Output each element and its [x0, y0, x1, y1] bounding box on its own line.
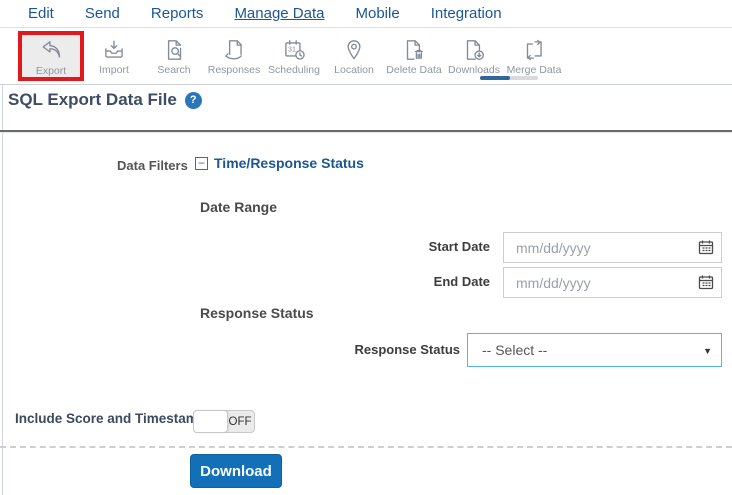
- toolbar-item-label: Location: [334, 64, 374, 76]
- scheduling-icon: 31: [281, 36, 307, 63]
- calendar-icon[interactable]: [698, 239, 714, 255]
- export-icon: [38, 37, 64, 64]
- nav-item-manage-data[interactable]: Manage Data: [232, 4, 327, 31]
- include-score-label: Include Score and Timestamp: [15, 411, 207, 426]
- end-date-label: End Date: [433, 274, 490, 289]
- filter-group-time-response-status[interactable]: Time/Response Status: [195, 155, 364, 171]
- toolbar-item-label: Merge Data: [506, 64, 562, 76]
- delete-data-icon: [401, 36, 427, 63]
- response-status-select[interactable]: -- Select --: [467, 333, 722, 367]
- toolbar-item-import[interactable]: Import: [84, 33, 144, 82]
- toolbar-item-merge-data[interactable]: Merge Data: [504, 33, 564, 82]
- nav-item-integration[interactable]: Integration: [431, 4, 502, 24]
- help-icon[interactable]: ?: [184, 91, 202, 109]
- response-status-label: Response Status: [354, 342, 460, 357]
- title-divider: [0, 130, 732, 132]
- date-range-heading: Date Range: [200, 199, 278, 215]
- toolbar-item-label: Import: [99, 64, 129, 76]
- response-status-selected-option: -- Select --: [482, 342, 548, 358]
- toolbar-item-search[interactable]: Search: [144, 33, 204, 82]
- chevron-down-icon: [703, 346, 712, 356]
- toolbar-item-label: Export: [35, 65, 67, 77]
- toolbar-scrollbar-thumb[interactable]: [480, 76, 510, 80]
- end-date-input[interactable]: [503, 267, 722, 298]
- section-dashed-divider: [0, 446, 732, 448]
- toolbar-item-label: Search: [157, 64, 191, 76]
- content-left-border: [2, 28, 3, 495]
- toolbar-item-responses[interactable]: Responses: [204, 33, 264, 82]
- downloads-icon: [461, 36, 487, 63]
- toolbar-item-downloads[interactable]: Downloads: [444, 33, 504, 82]
- response-status-heading: Response Status: [200, 305, 314, 321]
- start-date-input[interactable]: [503, 232, 722, 263]
- nav-item-send[interactable]: Send: [85, 4, 120, 24]
- calendar-icon[interactable]: [698, 274, 714, 290]
- toolbar-scrollbar[interactable]: [480, 76, 538, 80]
- location-icon: [341, 36, 367, 63]
- merge-data-icon: [521, 36, 547, 63]
- include-score-toggle[interactable]: OFF: [193, 410, 255, 433]
- toolbar-item-delete-data[interactable]: Delete Data: [384, 33, 444, 82]
- import-icon: [101, 36, 127, 63]
- toggle-knob[interactable]: [193, 410, 228, 433]
- download-button[interactable]: Download: [190, 454, 282, 488]
- toolbar-item-label: Downloads: [448, 64, 500, 76]
- toggle-state-label: OFF: [228, 415, 252, 428]
- sql-export-page: Edit Send Reports Manage Data Mobile Int…: [0, 0, 732, 495]
- start-date-label: Start Date: [428, 239, 490, 254]
- manage-data-toolbar: Export Import Search Responses 31 Schedu…: [0, 28, 732, 85]
- data-filters-label: Data Filters: [117, 158, 188, 173]
- responses-icon: [221, 36, 247, 63]
- toolbar-item-export[interactable]: Export: [18, 31, 84, 81]
- toolbar-item-label: Delete Data: [386, 64, 442, 76]
- end-date-field: [503, 267, 722, 298]
- top-nav: Edit Send Reports Manage Data Mobile Int…: [0, 0, 732, 31]
- search-icon: [161, 36, 187, 63]
- toolbar-item-label: Responses: [207, 64, 261, 76]
- nav-item-mobile[interactable]: Mobile: [356, 4, 400, 24]
- toolbar-item-location[interactable]: Location: [324, 33, 384, 82]
- page-title-text: SQL Export Data File: [8, 90, 177, 109]
- toolbar-item-scheduling[interactable]: 31 Scheduling: [264, 33, 324, 82]
- svg-text:31: 31: [288, 46, 296, 53]
- collapse-minus-icon[interactable]: [195, 156, 208, 170]
- nav-item-reports[interactable]: Reports: [151, 4, 204, 24]
- start-date-field: [503, 232, 722, 263]
- page-title: SQL Export Data File ?: [8, 90, 202, 110]
- toolbar-item-label: Scheduling: [268, 64, 320, 76]
- filter-group-label: Time/Response Status: [214, 155, 364, 171]
- nav-item-edit[interactable]: Edit: [28, 4, 54, 24]
